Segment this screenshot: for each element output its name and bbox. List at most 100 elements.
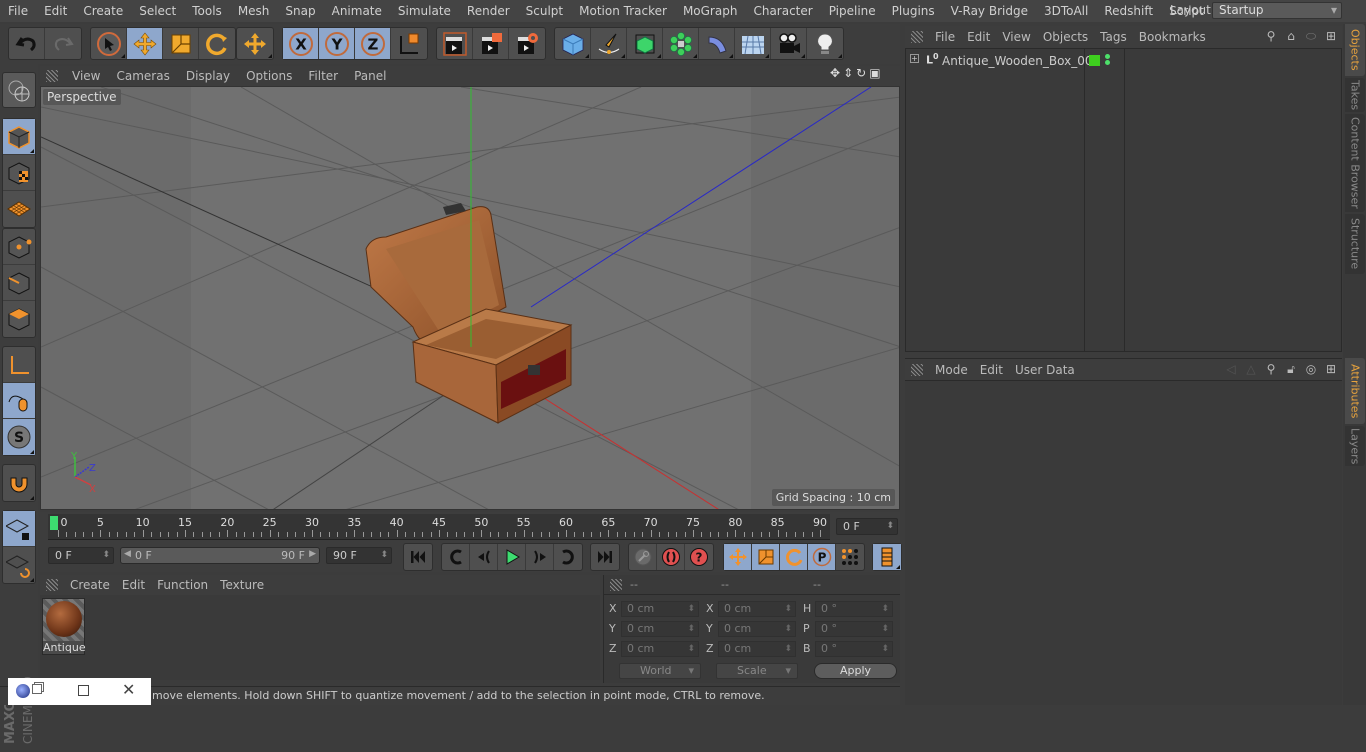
material-menu-edit[interactable]: Edit [116,578,151,592]
maximize-icon[interactable] [78,685,89,696]
menu-sculpt[interactable]: Sculpt [518,0,571,22]
workplane-lock-button[interactable] [3,511,35,547]
menu-snap[interactable]: Snap [277,0,323,22]
menu-edit[interactable]: Edit [36,0,75,22]
menu-select[interactable]: Select [131,0,184,22]
size-y-field[interactable]: 0 cm [718,621,796,637]
previous-frame-button[interactable] [470,544,498,570]
menu-render[interactable]: Render [459,0,518,22]
axis-mode-button[interactable] [3,347,35,383]
object-menu-objects[interactable]: Objects [1037,30,1094,44]
goto-end-button[interactable] [591,544,619,570]
range-right-arrow-icon[interactable]: ▶ [309,549,316,559]
position-key-button[interactable] [724,544,752,570]
side-tab-takes[interactable]: Takes [1345,78,1365,112]
x-axis-lock-button[interactable]: X [283,28,319,59]
bend-deformer-button[interactable] [699,28,735,59]
menu-redshift[interactable]: Redshift [1096,0,1161,22]
solo-mode-button[interactable]: S [3,419,35,455]
attribute-menu-user-data[interactable]: User Data [1009,363,1081,377]
keyframe-selection-button[interactable]: ? [685,544,713,570]
menu-create[interactable]: Create [75,0,131,22]
edges-mode-button[interactable] [3,265,35,301]
menu-tools[interactable]: Tools [184,0,230,22]
menu-plugins[interactable]: Plugins [884,0,943,22]
rotate-view-icon[interactable]: ↻ [856,66,866,80]
current-frame-field[interactable]: 0 F [836,518,898,535]
point-level-animation-button[interactable] [836,544,864,570]
preview-range-slider[interactable]: ◀ 0 F 90 F ▶ [120,547,320,564]
attribute-menu-mode[interactable]: Mode [929,363,974,377]
scale-button[interactable] [163,28,199,59]
range-left-arrow-icon[interactable]: ◀ [124,549,131,559]
expand-icon[interactable]: + [910,54,919,63]
position-z-field[interactable]: 0 cm [621,641,699,657]
menu-3dtoall[interactable]: 3DToAll [1036,0,1096,22]
y-axis-lock-button[interactable]: Y [319,28,355,59]
new-panel-icon[interactable]: ⊞ [1324,362,1338,376]
viewport-menu-cameras[interactable]: Cameras [108,69,177,83]
points-mode-button[interactable] [3,229,35,265]
scale-key-button[interactable] [752,544,780,570]
coordinate-type-select[interactable]: Scale [716,663,798,679]
panel-grip[interactable] [46,70,58,82]
menu-v-ray-bridge[interactable]: V-Ray Bridge [943,0,1036,22]
object-menu-bookmarks[interactable]: Bookmarks [1133,30,1212,44]
subdivision-surface-button[interactable] [627,28,663,59]
side-tab-attributes[interactable]: Attributes [1345,358,1365,424]
rotation-key-button[interactable] [780,544,808,570]
side-tab-layers[interactable]: Layers [1345,426,1365,466]
menu-mesh[interactable]: Mesh [230,0,278,22]
z-axis-lock-button[interactable]: Z [355,28,391,59]
model-mode-button[interactable] [3,119,35,155]
material-menu-create[interactable]: Create [64,578,116,592]
rotate-button[interactable] [199,28,235,59]
parameter-key-button[interactable]: P [808,544,836,570]
cube-button[interactable] [555,28,591,59]
playhead[interactable] [50,516,58,530]
size-x-field[interactable]: 0 cm [718,601,796,617]
live-selection-button[interactable] [91,28,127,59]
visibility-dots-icon[interactable] [1105,54,1110,59]
panel-grip[interactable] [46,579,58,591]
up-arrow-icon[interactable]: △ [1244,362,1258,376]
material-menu-function[interactable]: Function [151,578,214,592]
menu-pipeline[interactable]: Pipeline [821,0,884,22]
next-frame-button[interactable] [526,544,554,570]
layout-select[interactable]: Startup [1212,2,1342,19]
coordinate-mode-select[interactable]: World [619,663,701,679]
new-panel-icon[interactable]: ⊞ [1324,29,1338,43]
next-key-button[interactable] [554,544,582,570]
menu-motion-tracker[interactable]: Motion Tracker [571,0,675,22]
record-keys-button[interactable] [629,544,657,570]
menu-animate[interactable]: Animate [324,0,390,22]
make-editable-button[interactable] [3,73,35,109]
maximize-view-icon[interactable]: ▣ [869,66,880,80]
viewport-menu-display[interactable]: Display [178,69,238,83]
render-to-picture-viewer-button[interactable] [473,28,509,59]
object-menu-edit[interactable]: Edit [961,30,996,44]
viewport-menu-filter[interactable]: Filter [300,69,346,83]
material-menu-texture[interactable]: Texture [214,578,270,592]
workplane-align-button[interactable] [3,547,35,583]
goto-start-button[interactable] [404,544,432,570]
side-tab-objects[interactable]: Objects [1345,24,1365,76]
end-frame-field[interactable]: 90 F [326,547,392,564]
coordinate-system-button[interactable] [391,28,427,59]
pen-spline-button[interactable] [591,28,627,59]
layer-color-swatch[interactable] [1089,55,1100,66]
workplane-mode-button[interactable] [3,191,35,227]
tweak-mode-button[interactable] [3,383,35,419]
lock-icon[interactable]: 🔓︎ [1284,362,1298,376]
size-z-field[interactable]: 0 cm [718,641,796,657]
play-button[interactable] [498,544,526,570]
perspective-viewport[interactable]: Y Z X Perspective Grid Spacing : 10 cm [40,86,900,510]
link-icon[interactable]: ⬭ [1304,29,1318,43]
render-view-button[interactable] [437,28,473,59]
search-icon[interactable]: ⚲ [1264,29,1278,43]
rotation-h-field[interactable]: 0 ° [815,601,893,617]
attribute-menu-edit[interactable]: Edit [974,363,1009,377]
previous-key-button[interactable] [442,544,470,570]
home-icon[interactable]: ⌂ [1284,29,1298,43]
object-name[interactable]: Antique_Wooden_Box_001 [942,54,1100,68]
